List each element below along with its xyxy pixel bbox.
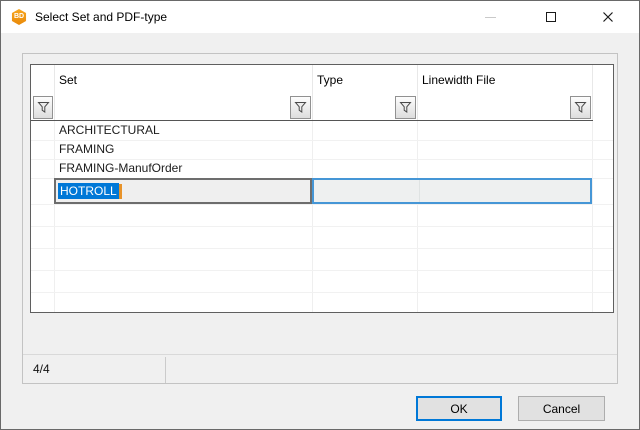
filter-button-set[interactable] <box>290 96 311 119</box>
record-count: 4/4 <box>33 355 50 384</box>
selected-edit-text: HOTROLL <box>58 183 119 199</box>
column-header-linewidth-file[interactable]: Linewidth File <box>422 65 495 94</box>
filter-input-type[interactable] <box>313 95 394 120</box>
focused-row-cells[interactable] <box>312 178 592 204</box>
close-button[interactable] <box>585 2 631 32</box>
filter-input-linewidth-file[interactable] <box>418 95 569 120</box>
grid-status-bar: 4/4 <box>23 354 617 383</box>
dialog-select-set-and-pdf-type: BD Select Set and PDF-type Set Type Line… <box>0 0 640 430</box>
row-line <box>31 270 613 271</box>
text-caret <box>119 184 122 199</box>
set-cell-editor[interactable]: HOTROLL <box>54 178 312 204</box>
cancel-button[interactable]: Cancel <box>518 396 605 421</box>
header-divider <box>592 65 593 120</box>
row-line <box>31 226 613 227</box>
ok-button[interactable]: OK <box>416 396 502 421</box>
app-icon: BD <box>11 9 27 25</box>
funnel-icon <box>574 101 587 114</box>
filter-button-type[interactable] <box>395 96 416 119</box>
filter-button-row-header[interactable] <box>33 96 53 119</box>
status-divider <box>165 357 166 383</box>
row-line <box>31 204 613 205</box>
title-bar: BD Select Set and PDF-type <box>1 1 639 33</box>
column-line <box>419 180 420 202</box>
grid-panel: Set Type Linewidth File <box>22 53 618 384</box>
row-line <box>31 292 613 293</box>
minimize-icon <box>485 17 496 18</box>
set-table: Set Type Linewidth File <box>30 64 614 313</box>
close-icon <box>602 11 614 23</box>
table-row-framing-manuforder[interactable]: FRAMING-ManufOrder <box>54 159 312 178</box>
filter-button-linewidth-file[interactable] <box>570 96 591 119</box>
funnel-icon <box>399 101 412 114</box>
funnel-icon <box>37 101 50 114</box>
column-line <box>312 121 313 312</box>
column-header-set[interactable]: Set <box>59 65 77 94</box>
table-row-framing[interactable]: FRAMING <box>54 140 312 159</box>
row-line <box>31 248 613 249</box>
maximize-icon <box>546 12 556 22</box>
column-line <box>417 121 418 312</box>
filter-input-set[interactable] <box>55 95 289 120</box>
table-row-architectural[interactable]: ARCHITECTURAL <box>54 121 312 140</box>
column-line <box>592 121 593 312</box>
funnel-icon <box>294 101 307 114</box>
column-header-type[interactable]: Type <box>317 65 343 94</box>
minimize-button <box>467 2 513 32</box>
window-title: Select Set and PDF-type <box>35 1 167 33</box>
maximize-button[interactable] <box>528 2 574 32</box>
